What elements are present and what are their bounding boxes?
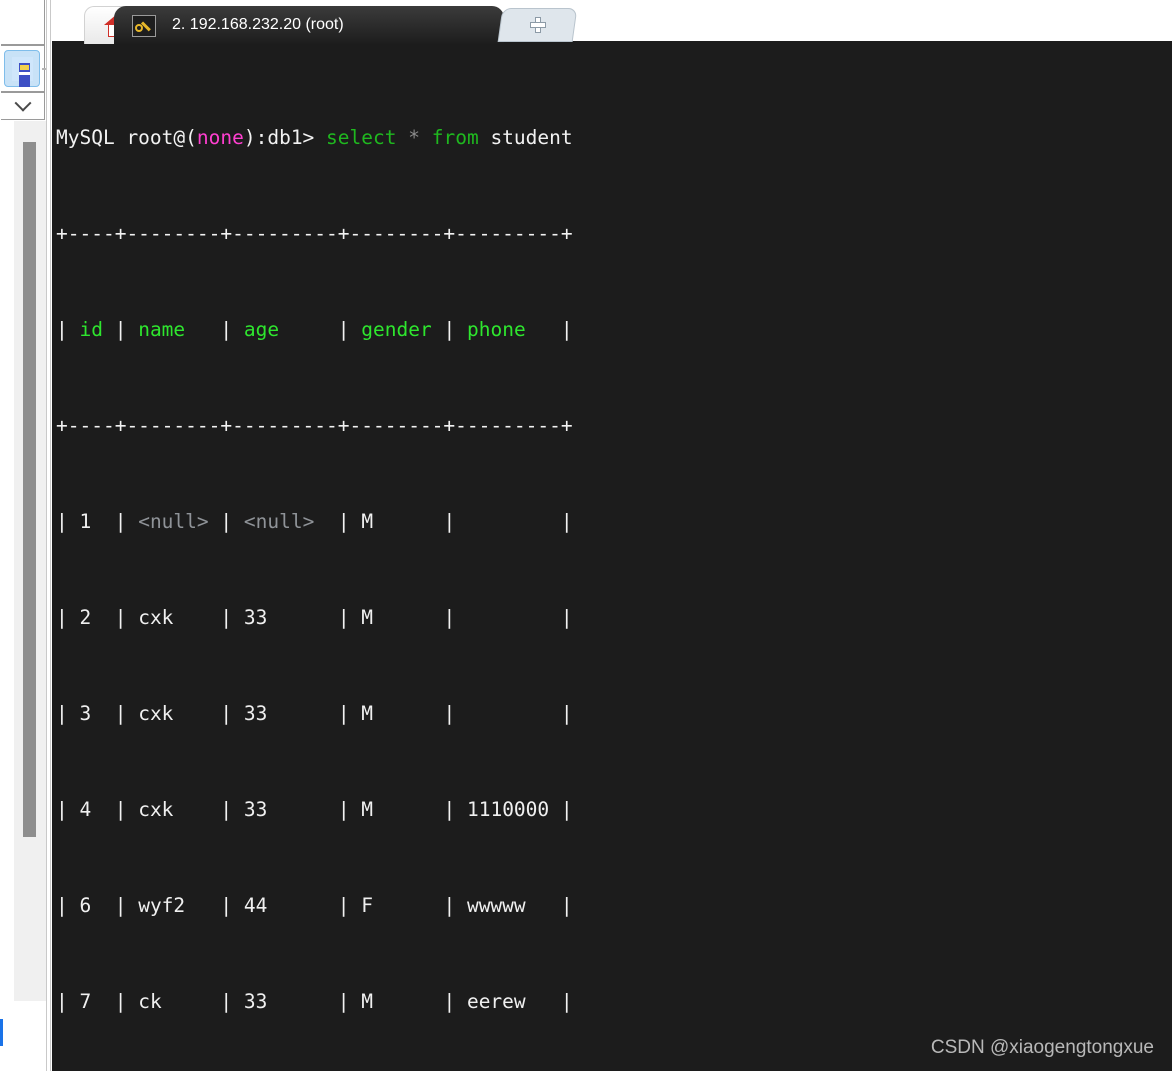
table-header-row: | id | name | age | gender | phone | xyxy=(56,318,573,341)
terminal-pane[interactable]: MySQL root@(none):db1> select * from stu… xyxy=(52,44,1172,1071)
sql-keyword-from: from xyxy=(431,126,479,149)
terminal-line-prompt-1: MySQL root@(none):db1> select * from stu… xyxy=(56,126,596,150)
plus-icon xyxy=(530,17,546,33)
watermark: CSDN @xiaogengtongxue xyxy=(930,1037,1154,1058)
book-badge-icon xyxy=(20,65,29,70)
col-header-phone: phone xyxy=(466,318,526,341)
col-header-age: age xyxy=(243,318,280,341)
prompt-db: none xyxy=(196,126,244,149)
table-row: | 7 | ck | 33 | M | eerew | xyxy=(56,990,573,1013)
table-row: | 2 | cxk | 33 | M | | xyxy=(56,606,573,629)
tab-session-192-168-232-20[interactable]: 2. 192.168.232.20 (root) xyxy=(114,6,504,44)
book-icon xyxy=(12,57,33,87)
table-rule-top: +----+--------+---------+--------+------… xyxy=(56,222,573,245)
cell-phone: eerew xyxy=(466,990,526,1013)
cell-phone: 1110000 xyxy=(466,798,550,821)
cell-id: 2 xyxy=(79,606,92,629)
cell-id: 4 xyxy=(79,798,92,821)
cell-phone: wwwww xyxy=(466,894,526,917)
cell-gender: M xyxy=(361,990,374,1013)
left-sidebar xyxy=(0,0,46,1071)
cell-id: 7 xyxy=(79,990,92,1013)
cell-age: 33 xyxy=(243,606,268,629)
book-stripe-icon xyxy=(19,72,30,75)
cell-id: 6 xyxy=(79,894,92,917)
cell-age: 33 xyxy=(243,702,268,725)
cell-age: 44 xyxy=(243,894,268,917)
sidebar-active-indicator xyxy=(0,1019,3,1046)
sidebar-item-sessions[interactable] xyxy=(4,50,40,87)
new-tab-button[interactable] xyxy=(497,8,578,42)
cell-gender: F xyxy=(361,894,374,917)
cell-name: cxk xyxy=(138,702,174,725)
cell-gender: M xyxy=(361,606,374,629)
cell-name: cxk xyxy=(138,606,174,629)
prompt-tail: ):db1> xyxy=(243,126,327,149)
cell-id: 3 xyxy=(79,702,92,725)
cell-gender: M xyxy=(361,702,374,725)
sql-star: * xyxy=(396,126,432,149)
sidebar-divider xyxy=(46,0,51,1071)
prompt-user: MySQL root@( xyxy=(56,126,197,149)
cell-id: 1 xyxy=(79,510,92,533)
tab-bar: 2. 192.168.232.20 (root) xyxy=(52,0,1172,44)
cell-name: ck xyxy=(138,990,162,1013)
cell-name: wyf2 xyxy=(138,894,186,917)
cell-age: 33 xyxy=(243,798,268,821)
sql-table-name: student xyxy=(478,126,573,149)
col-header-id: id xyxy=(79,318,103,341)
cell-gender: M xyxy=(361,798,374,821)
sidebar-expand-button[interactable] xyxy=(1,92,45,120)
terminal-output: MySQL root@(none):db1> select * from stu… xyxy=(56,54,596,1071)
table-row: | 6 | wyf2 | 44 | F | wwwww | xyxy=(56,894,573,917)
sidebar-scrollbar-thumb[interactable] xyxy=(23,142,36,837)
table-rule-header: +----+--------+---------+--------+------… xyxy=(56,414,573,437)
cell-age: 33 xyxy=(243,990,268,1013)
key-icon xyxy=(132,15,156,37)
cell-name: <null> xyxy=(138,510,209,533)
table-row: | 3 | cxk | 33 | M | | xyxy=(56,702,573,725)
cell-age: <null> xyxy=(243,510,315,533)
col-header-name: name xyxy=(138,318,186,341)
tab-session-label: 2. 192.168.232.20 (root) xyxy=(172,16,344,33)
sql-keyword-select: select xyxy=(326,126,397,149)
sidebar-panel-top xyxy=(1,0,45,45)
cell-name: cxk xyxy=(138,798,174,821)
col-header-gender: gender xyxy=(361,318,432,341)
table-row: | 1 | <null> | <null> | M | | xyxy=(56,510,573,533)
cell-gender: M xyxy=(361,510,374,533)
chevron-down-icon xyxy=(14,94,31,112)
table-row: | 4 | cxk | 33 | M | 1110000 | xyxy=(56,798,573,821)
app-window: 2. 192.168.232.20 (root) MySQL root@(non… xyxy=(0,0,1172,1071)
